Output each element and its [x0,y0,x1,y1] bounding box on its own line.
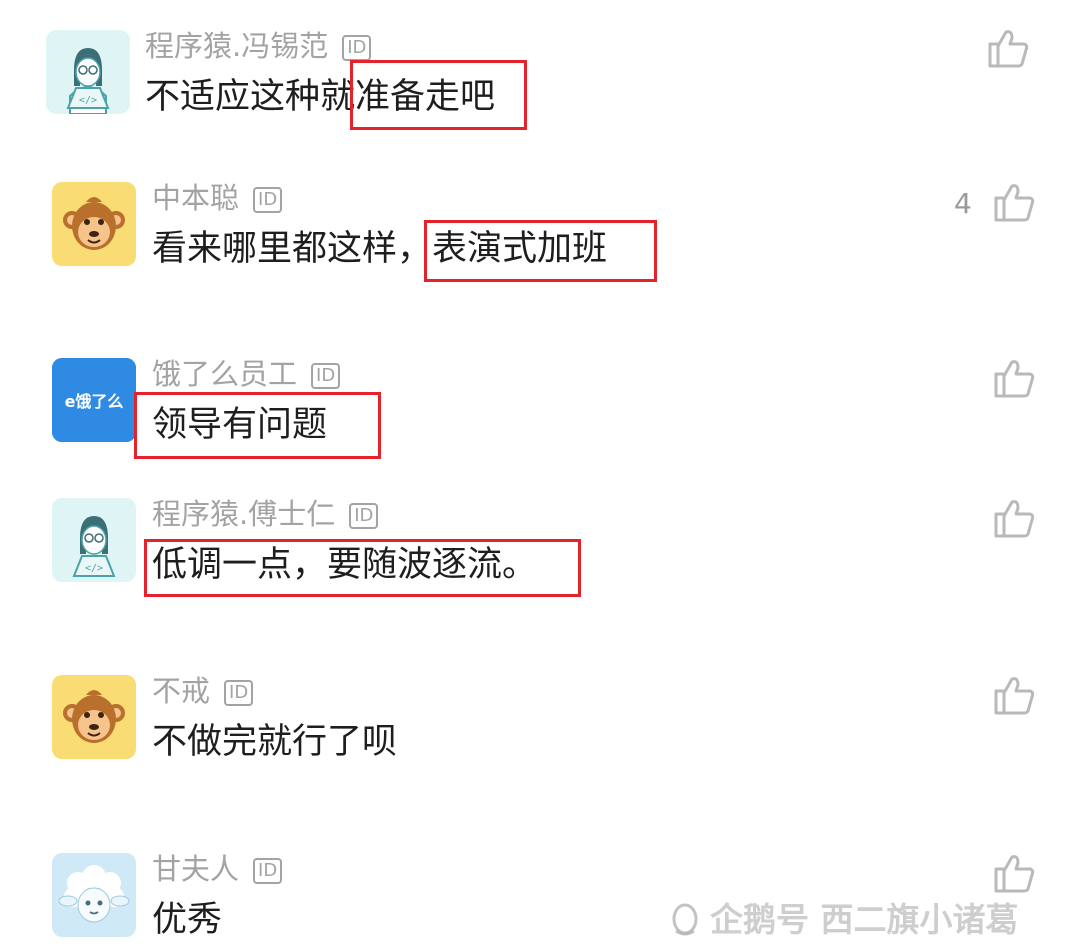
svg-text:</>: </> [85,563,103,574]
username-text[interactable]: 程序猿.冯锡范 [145,29,328,63]
username-text[interactable]: 程序猿.傅士仁 [152,497,335,531]
comment-text: 优秀 [152,900,223,940]
monkey-avatar[interactable] [52,675,136,759]
thumbs-up-icon[interactable] [992,356,1036,400]
comment-item: 中本聪 ID 看来哪里都这样，表演式加班 4 [0,152,1078,272]
thumbs-up-icon[interactable] [986,26,1030,70]
comment-item: </> 程序猿.冯锡范 ID 不适应这种就准备走吧 [0,0,1078,120]
sheep-avatar[interactable] [52,853,136,937]
monkey-avatar[interactable] [52,182,136,266]
comment-text: 看来哪里都这样，表演式加班 [152,229,608,269]
comment-username[interactable]: 中本聪 ID [152,181,283,215]
svg-text:</>: </> [79,95,97,106]
programmer-avatar[interactable]: </> [52,498,136,582]
thumbs-up-icon[interactable] [992,496,1036,540]
comment-username[interactable]: 程序猿.傅士仁 ID [152,497,379,531]
comment-item: e饿了么 饿了么员工 ID 领导有问题 [0,328,1078,448]
username-text[interactable]: 甘夫人 [152,852,239,886]
id-badge: ID [349,503,379,529]
comment-username[interactable]: 甘夫人 ID [152,852,283,886]
like-count: 4 [954,187,972,220]
thumbs-up-icon[interactable] [992,851,1036,895]
avatar-logo-text: e饿了么 [65,392,124,411]
comment-text: 不适应这种就准备走吧 [145,77,496,117]
thumbs-up-icon[interactable] [992,673,1036,717]
comment-item: </> 程序猿.傅士仁 ID 低调一点，要随波逐流。 [0,468,1078,588]
comment-username[interactable]: 饿了么员工 ID [152,357,341,391]
programmer-avatar[interactable]: </> [46,30,130,114]
penguin-icon [672,903,698,936]
comment-text: 领导有问题 [152,405,328,445]
username-text[interactable]: 饿了么员工 [152,357,297,391]
id-badge: ID [224,680,254,706]
username-text[interactable]: 中本聪 [152,181,239,215]
watermark-text: 企鹅号 西二旗小诸葛 [710,900,1019,939]
id-badge: ID [253,858,283,884]
comment-text: 低调一点，要随波逐流。 [152,545,538,585]
comment-username[interactable]: 程序猿.冯锡范 ID [145,29,372,63]
id-badge: ID [253,187,283,213]
thumbs-up-icon[interactable] [992,180,1036,224]
comment-username[interactable]: 不戒 ID [152,674,254,708]
eleme-logo-avatar[interactable]: e饿了么 [52,358,136,442]
username-text[interactable]: 不戒 [152,674,210,708]
comment-item: 不戒 ID 不做完就行了呗 [0,645,1078,765]
comment-text: 不做完就行了呗 [152,722,398,762]
id-badge: ID [342,35,372,61]
watermark: 企鹅号 西二旗小诸葛 [666,893,1019,941]
id-badge: ID [311,363,341,389]
